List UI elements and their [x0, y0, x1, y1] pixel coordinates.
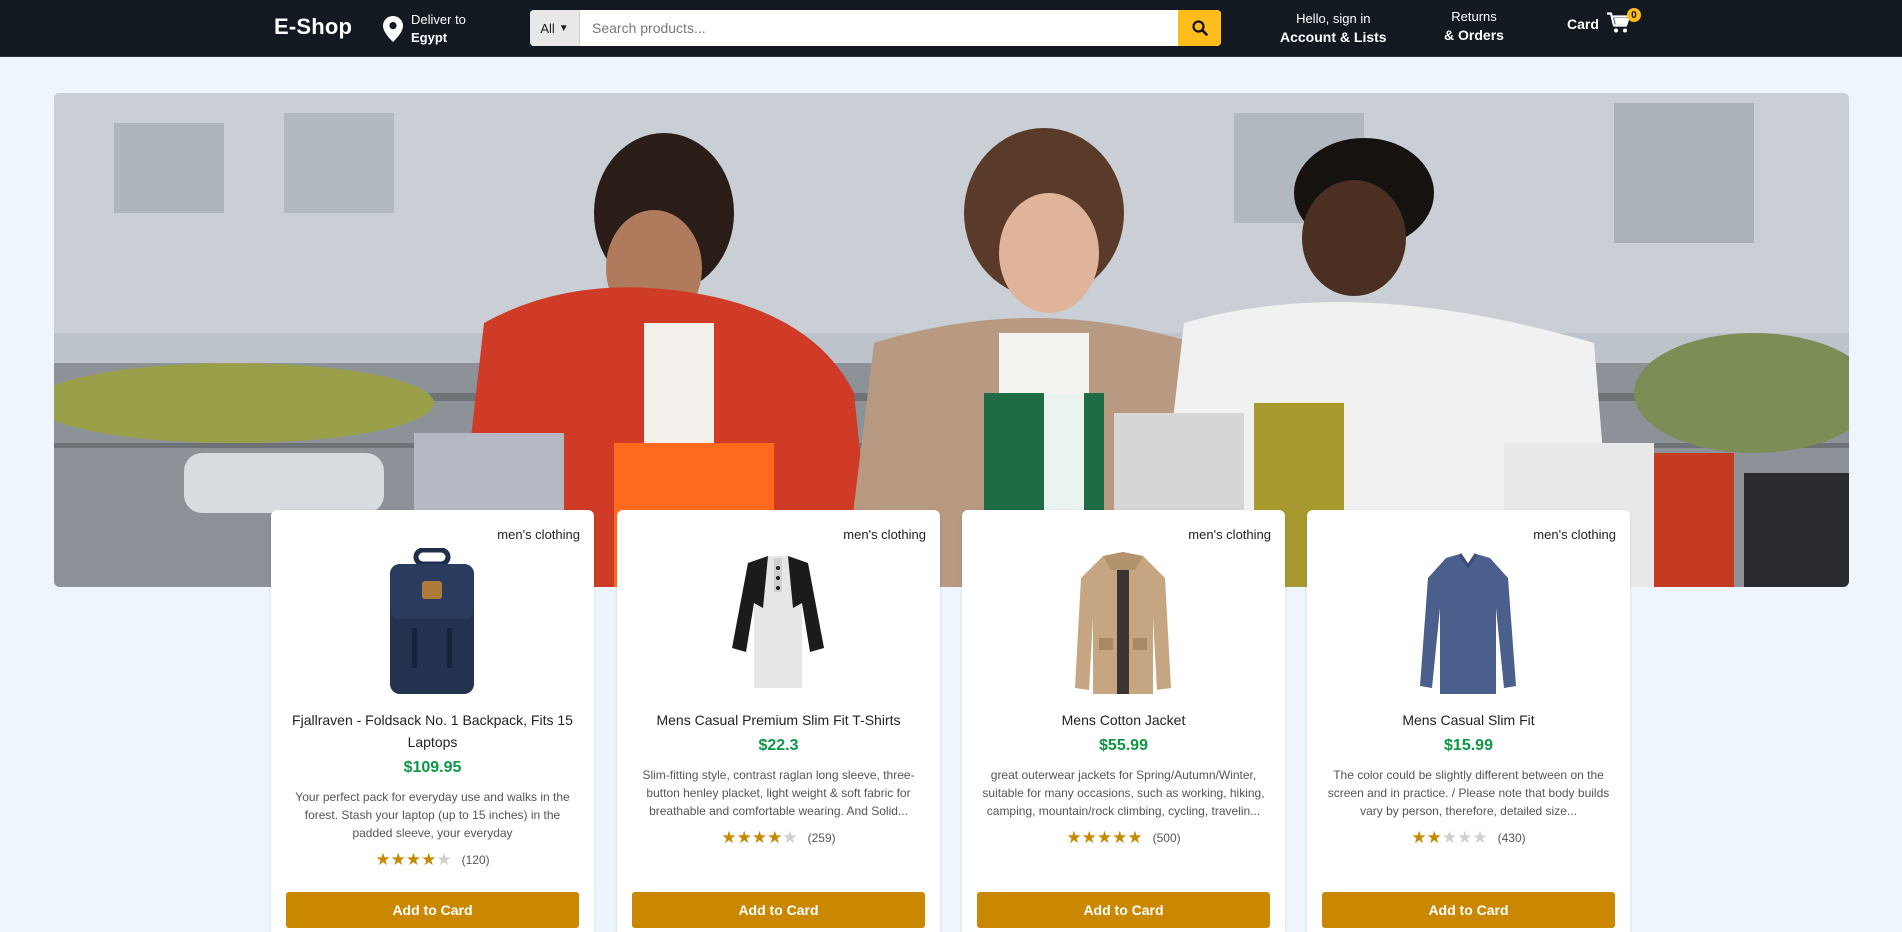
- product-category: men's clothing: [1188, 527, 1271, 542]
- logo[interactable]: E-Shop: [274, 14, 352, 40]
- product-rating: ★★★★★ (500): [962, 828, 1285, 847]
- product-description: great outerwear jackets for Spring/Autum…: [982, 768, 1265, 818]
- returns-label: Returns: [1451, 9, 1497, 24]
- account-greeting: Hello, sign in: [1296, 11, 1371, 26]
- star-icon: ★: [421, 850, 437, 869]
- search-bar: All ▼: [530, 10, 1221, 46]
- product-description: Your perfect pack for everyday use and w…: [295, 790, 570, 840]
- star-icon: ★: [436, 850, 452, 869]
- chevron-down-icon: ▼: [558, 22, 569, 34]
- star-icon: ★: [1472, 828, 1488, 847]
- star-icon: ★: [1127, 828, 1143, 847]
- star-icon: ★: [1096, 828, 1113, 847]
- navbar: E-Shop Deliver to Egypt All ▼ Hello, sig…: [0, 0, 1902, 57]
- deliver-to[interactable]: Deliver to Egypt: [383, 10, 466, 48]
- search-input[interactable]: [580, 10, 1178, 46]
- search-icon: [1191, 20, 1208, 36]
- jacket-image[interactable]: [1073, 548, 1173, 698]
- star-icon: ★: [1066, 828, 1082, 847]
- star-icon: ★: [1441, 828, 1458, 847]
- product-title[interactable]: Mens Casual Premium Slim Fit T-Shirts: [632, 709, 925, 731]
- product-rating: ★★★★★ (430): [1307, 828, 1630, 847]
- star-icon: ★: [751, 828, 768, 847]
- add-to-cart-button[interactable]: Add to Card: [286, 892, 579, 928]
- account-lists[interactable]: Hello, sign in Account & Lists: [1280, 10, 1387, 46]
- star-icon: ★: [782, 828, 798, 847]
- deliver-country: Egypt: [411, 30, 448, 45]
- search-category-value: All: [540, 20, 555, 36]
- add-to-cart-button[interactable]: Add to Card: [1322, 892, 1615, 928]
- product-price: $55.99: [1099, 737, 1148, 754]
- star-icon: ★: [1081, 828, 1097, 847]
- star-icon: ★: [767, 828, 783, 847]
- product-title[interactable]: Fjallraven - Foldsack No. 1 Backpack, Fi…: [286, 709, 579, 753]
- cart-button[interactable]: Card 0: [1567, 8, 1641, 36]
- product-category: men's clothing: [497, 527, 580, 542]
- star-icon: ★: [1411, 828, 1427, 847]
- cart-label: Card: [1567, 16, 1599, 32]
- product-description: Slim-fitting style, contrast raglan long…: [642, 768, 915, 818]
- account-lists-label: Account & Lists: [1280, 29, 1387, 45]
- product-title[interactable]: Mens Casual Slim Fit: [1322, 709, 1615, 731]
- henley-shirt-image[interactable]: [728, 548, 828, 698]
- long-sleeve-shirt-image[interactable]: [1418, 548, 1518, 698]
- product-card[interactable]: men's clothing Mens Casual Slim Fit $15.…: [1307, 510, 1630, 932]
- star-icon: ★: [1426, 828, 1442, 847]
- product-title[interactable]: Mens Cotton Jacket: [977, 709, 1270, 731]
- star-icon: ★: [736, 828, 752, 847]
- product-card[interactable]: men's clothing Mens Casual Premium Slim …: [617, 510, 940, 932]
- orders-label: & Orders: [1444, 27, 1504, 43]
- rating-count: (500): [1152, 831, 1181, 845]
- star-icon: ★: [405, 850, 422, 869]
- product-rating: ★★★★★ (259): [617, 828, 940, 847]
- search-button[interactable]: [1178, 10, 1221, 46]
- deliver-label: Deliver to: [411, 12, 466, 27]
- backpack-image[interactable]: [382, 548, 482, 698]
- cart-count-badge: 0: [1626, 8, 1641, 22]
- rating-count: (430): [1497, 831, 1526, 845]
- product-card[interactable]: men's clothing Fjallraven - Foldsack No.…: [271, 510, 594, 932]
- star-icon: ★: [390, 850, 406, 869]
- product-card[interactable]: men's clothing Mens Cotton Jacket $55.99…: [962, 510, 1285, 932]
- product-rating: ★★★★★ (120): [271, 850, 594, 869]
- star-icon: ★: [1112, 828, 1128, 847]
- star-icon: ★: [375, 850, 391, 869]
- product-price: $109.95: [403, 759, 462, 776]
- product-description: The color could be slightly different be…: [1327, 768, 1610, 818]
- add-to-cart-button[interactable]: Add to Card: [977, 892, 1270, 928]
- product-price: $15.99: [1444, 737, 1493, 754]
- rating-count: (120): [461, 853, 490, 867]
- star-icon: ★: [721, 828, 737, 847]
- add-to-cart-button[interactable]: Add to Card: [632, 892, 925, 928]
- star-icon: ★: [1457, 828, 1473, 847]
- product-category: men's clothing: [1533, 527, 1616, 542]
- product-category: men's clothing: [843, 527, 926, 542]
- location-pin-icon: [383, 16, 403, 42]
- returns-orders[interactable]: Returns & Orders: [1424, 8, 1524, 44]
- rating-count: (259): [807, 831, 836, 845]
- product-price: $22.3: [758, 737, 799, 754]
- search-category-select[interactable]: All ▼: [530, 10, 580, 46]
